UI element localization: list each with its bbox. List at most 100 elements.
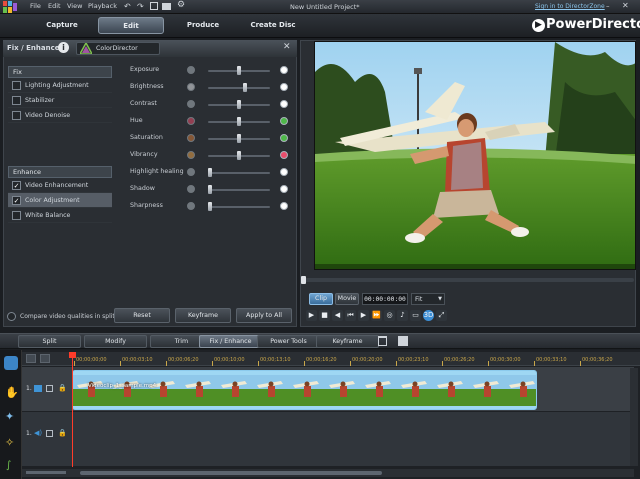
- timecode-display[interactable]: 00:00:00:00: [362, 293, 408, 305]
- redo-icon[interactable]: ↷: [137, 2, 144, 11]
- slider-label: Vibrancy: [130, 151, 158, 158]
- fix-item-denoise[interactable]: Video Denoise: [8, 108, 112, 123]
- preview-seek-bar[interactable]: [303, 278, 634, 282]
- previous-segment-icon[interactable]: ⏮: [345, 310, 356, 321]
- enhance-item-label: Video Enhancement: [25, 182, 89, 189]
- minimize-button[interactable]: –: [606, 2, 610, 10]
- checkbox-color-adjustment[interactable]: ✓: [12, 196, 21, 205]
- slider-thumb[interactable]: [237, 66, 241, 75]
- timeline-view-toggle[interactable]: [26, 354, 36, 363]
- slider-thumb[interactable]: [208, 202, 212, 211]
- room-pip-icon[interactable]: ✦: [5, 410, 14, 423]
- track-lock-icon[interactable]: 🔒: [58, 429, 67, 437]
- video-clip[interactable]: [72, 370, 537, 410]
- reset-button[interactable]: Reset: [114, 308, 170, 323]
- fullscreen-icon[interactable]: ⤢: [436, 310, 447, 321]
- stop-icon[interactable]: ■: [319, 310, 330, 321]
- slider-track[interactable]: [208, 206, 270, 208]
- compare-checkbox[interactable]: [7, 312, 16, 321]
- slider-thumb[interactable]: [208, 185, 212, 194]
- playhead[interactable]: [72, 352, 73, 467]
- keyframe-button[interactable]: Keyframe: [175, 308, 231, 323]
- slider-thumb[interactable]: [237, 134, 241, 143]
- enhance-group: Enhance ✓ Video Enhancement ✓ Color Adjust…: [8, 166, 112, 223]
- playhead-handle[interactable]: [69, 352, 76, 358]
- more-options-icon[interactable]: [398, 336, 408, 346]
- slider-track[interactable]: [208, 87, 270, 89]
- timeline-vertical-scrollbar[interactable]: [630, 368, 638, 466]
- slider-thumb[interactable]: [237, 100, 241, 109]
- previous-frame-icon[interactable]: ◀: [332, 310, 343, 321]
- next-frame-icon[interactable]: ▶: [358, 310, 369, 321]
- slider-thumb[interactable]: [237, 117, 241, 126]
- fix-item-stabilizer[interactable]: Stabilizer: [8, 93, 112, 108]
- info-icon[interactable]: i: [58, 42, 69, 53]
- slider-row-sharpness: Sharpness: [130, 198, 292, 215]
- enhance-item-color-adjustment[interactable]: ✓ Color Adjustment: [8, 193, 112, 208]
- tab-capture[interactable]: Capture: [29, 17, 95, 34]
- room-media-icon[interactable]: [4, 356, 18, 370]
- enhance-item-white-balance[interactable]: White Balance: [8, 208, 112, 223]
- slider-thumb[interactable]: [242, 83, 247, 92]
- tab-edit[interactable]: Edit: [98, 17, 164, 34]
- slider-thumb[interactable]: [208, 168, 212, 177]
- tab-split[interactable]: Split: [18, 335, 81, 348]
- tab-fix-enhance[interactable]: Fix / Enhance: [199, 335, 262, 348]
- gear-icon[interactable]: ⚙: [177, 0, 185, 10]
- slider-row-hue: Hue: [130, 113, 292, 130]
- zoom-fit-select[interactable]: Fit ▼: [411, 293, 445, 305]
- 3d-icon[interactable]: 3D: [423, 310, 434, 321]
- checkbox-stabilizer[interactable]: [12, 96, 21, 105]
- ruler-tick-mark: [442, 361, 443, 366]
- room-audio-icon[interactable]: ∫: [6, 460, 11, 471]
- menu-view[interactable]: View: [67, 2, 82, 10]
- menu-playback[interactable]: Playback: [88, 2, 117, 10]
- fix-item-lighting[interactable]: Lighting Adjustment: [8, 78, 112, 93]
- enhance-item-video-enhancement[interactable]: ✓ Video Enhancement: [8, 178, 112, 193]
- tab-create-disc[interactable]: Create Disc: [240, 17, 306, 34]
- zoom-slider[interactable]: [26, 471, 66, 474]
- folder-icon[interactable]: [162, 3, 171, 10]
- snapshot-icon[interactable]: ◎: [384, 310, 395, 321]
- timeline-scroll-thumb[interactable]: [80, 471, 382, 475]
- checkbox-denoise[interactable]: [12, 111, 21, 120]
- seek-thumb[interactable]: [301, 276, 306, 284]
- ruler-tick-label: 00;00;16;20: [306, 357, 337, 363]
- clip-thumbnail: [433, 375, 469, 406]
- checkbox-white-balance[interactable]: [12, 211, 21, 220]
- storyboard-toggle[interactable]: [40, 354, 50, 363]
- slider-track[interactable]: [208, 172, 270, 174]
- track-toggle-checkbox[interactable]: [46, 430, 53, 437]
- panel-title: Fix / Enhance: [7, 44, 60, 52]
- undo-icon[interactable]: ↶: [124, 2, 131, 11]
- fast-forward-icon[interactable]: ⏩: [371, 310, 382, 321]
- menu-edit[interactable]: Edit: [48, 2, 61, 10]
- undock-icon[interactable]: ▭: [410, 310, 421, 321]
- room-fx-icon[interactable]: ✋: [5, 386, 19, 399]
- slider-label: Shadow: [130, 185, 155, 192]
- delete-icon[interactable]: [378, 336, 387, 346]
- track-toggle-checkbox[interactable]: [46, 385, 53, 392]
- movie-mode-button[interactable]: Movie: [335, 293, 359, 305]
- slider-thumb[interactable]: [237, 151, 241, 160]
- checkbox-video-enhancement[interactable]: ✓: [12, 181, 21, 190]
- tab-power-tools[interactable]: Power Tools: [257, 335, 320, 348]
- slider-track[interactable]: [208, 189, 270, 191]
- apply-to-all-button[interactable]: Apply to All: [236, 308, 292, 323]
- volume-icon[interactable]: ♪: [397, 310, 408, 321]
- save-icon[interactable]: [150, 2, 158, 10]
- tab-keyframe[interactable]: Keyframe: [316, 335, 379, 348]
- menu-file[interactable]: File: [30, 2, 41, 10]
- directorzone-link[interactable]: Sign in to DirectorZone: [535, 3, 605, 10]
- tab-produce[interactable]: Produce: [170, 17, 236, 34]
- play-icon[interactable]: ▶: [306, 310, 317, 321]
- panel-close-icon[interactable]: ✕: [283, 42, 291, 52]
- clip-mode-button[interactable]: Clip: [309, 293, 333, 305]
- slider-low-icon: [187, 66, 195, 74]
- track-lock-icon[interactable]: 🔒: [58, 384, 67, 392]
- close-window-button[interactable]: ✕: [622, 1, 629, 10]
- room-title-icon[interactable]: ✧: [5, 436, 14, 449]
- checkbox-lighting[interactable]: [12, 81, 21, 90]
- fix-item-label: Lighting Adjustment: [25, 82, 89, 89]
- tab-modify[interactable]: Modify: [84, 335, 147, 348]
